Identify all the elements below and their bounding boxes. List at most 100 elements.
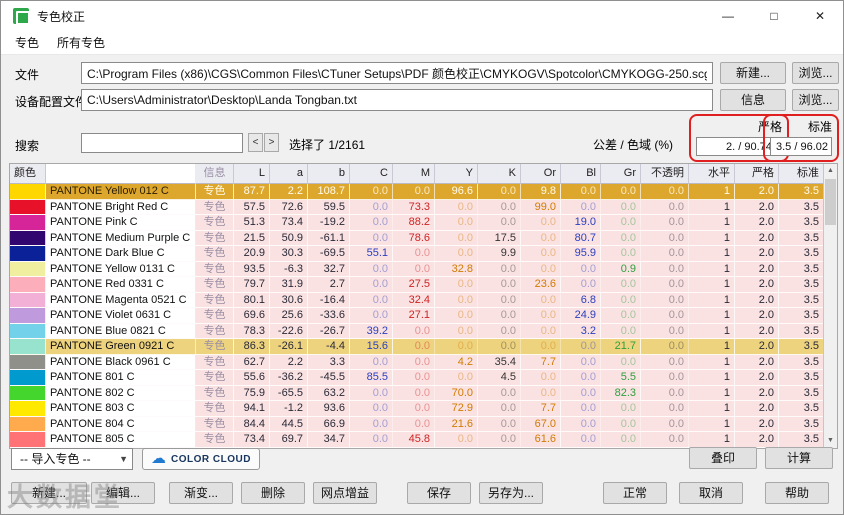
- table-row[interactable]: PANTONE Blue 0821 C 专色 78.3 -22.6 -26.7 39.2 0…: [10, 323, 823, 339]
- overprint-button[interactable]: 叠印: [689, 447, 757, 469]
- cell-K: 0.0: [478, 308, 521, 323]
- table-row[interactable]: PANTONE Bright Red C 专色 57.5 72.6 59.5 0.0 73.…: [10, 199, 823, 215]
- column-header-b[interactable]: b: [308, 164, 350, 184]
- cell-Or: 0.0: [521, 308, 561, 323]
- table-row[interactable]: PANTONE Pink C 专色 51.3 73.4 -19.2 0.0 88.2 0.0 0…: [10, 215, 823, 231]
- column-header-不透明[interactable]: 不透明: [641, 164, 689, 184]
- cell-K: 0.0: [478, 184, 521, 199]
- info-cell: 专色: [196, 215, 234, 230]
- column-header-标准[interactable]: 标准: [779, 164, 823, 184]
- table-row[interactable]: PANTONE 801 C 专色 55.6 -36.2 -45.5 85.5 0.0 0.0 4…: [10, 370, 823, 386]
- info-button[interactable]: 信息: [720, 89, 786, 111]
- column-header-L[interactable]: L: [234, 164, 270, 184]
- table-row[interactable]: PANTONE Violet 0631 C 专色 69.6 25.6 -33.6 0.0 2…: [10, 308, 823, 324]
- import-spot-dropdown[interactable]: -- 导入专色 -- ▼: [11, 448, 133, 470]
- info-cell: 专色: [196, 246, 234, 261]
- menu-all-spot-colors[interactable]: 所有专色: [57, 34, 105, 51]
- cell-不透明: 0.0: [641, 339, 689, 354]
- minimize-button[interactable]: —: [705, 1, 751, 31]
- browse-file-button[interactable]: 浏览...: [792, 62, 839, 84]
- cell-K: 0.0: [478, 292, 521, 307]
- cell-Or: 0.0: [521, 323, 561, 338]
- cell-b: -26.7: [308, 323, 350, 338]
- help-button[interactable]: 帮助: [765, 482, 829, 504]
- column-header-颜色[interactable]: 颜色: [10, 164, 46, 184]
- save-button[interactable]: 保存: [407, 482, 471, 504]
- color-cloud-button[interactable]: ☁ COLOR CLOUD: [142, 448, 260, 470]
- column-header-严格[interactable]: 严格: [735, 164, 779, 184]
- scroll-up-icon[interactable]: ▲: [824, 164, 837, 178]
- cell-Gr: 0.9: [601, 261, 641, 276]
- cell-标准: 3.5: [803, 231, 819, 244]
- info-cell: 专色: [196, 323, 234, 338]
- dot-gain-button[interactable]: 网点增益: [313, 482, 377, 504]
- delete-button[interactable]: 删除: [241, 482, 305, 504]
- standard-tolerance-input[interactable]: [770, 137, 832, 156]
- column-header-K[interactable]: K: [478, 164, 521, 184]
- column-header-C[interactable]: C: [350, 164, 393, 184]
- new-color-button[interactable]: 新建...: [11, 482, 87, 504]
- column-header-水平[interactable]: 水平: [689, 164, 735, 184]
- edit-button[interactable]: 编辑...: [91, 482, 155, 504]
- save-as-button[interactable]: 另存为...: [479, 482, 543, 504]
- cell-C: 0.0: [350, 385, 393, 400]
- table-row[interactable]: PANTONE Green 0921 C 专色 86.3 -26.1 -4.4 15.6 0…: [10, 339, 823, 355]
- cell-C: 0.0: [350, 401, 393, 416]
- cell-严格: 2.0: [735, 308, 779, 323]
- file-path-input[interactable]: [81, 62, 713, 84]
- menu-spot-color[interactable]: 专色: [15, 34, 39, 51]
- cell-水平: 1: [689, 261, 735, 276]
- scroll-down-icon[interactable]: ▼: [824, 434, 837, 448]
- color-swatch: [10, 339, 46, 354]
- column-header-Y[interactable]: Y: [435, 164, 478, 184]
- column-header-Gr[interactable]: Gr: [601, 164, 641, 184]
- column-header-name[interactable]: [46, 164, 196, 184]
- device-path-input[interactable]: [81, 89, 713, 111]
- scrollbar-thumb[interactable]: [825, 179, 836, 225]
- normal-button[interactable]: 正常: [603, 482, 667, 504]
- cell-a: -36.2: [270, 370, 308, 385]
- column-header-a[interactable]: a: [270, 164, 308, 184]
- column-header-M[interactable]: M: [393, 164, 435, 184]
- column-header-Or[interactable]: Or: [521, 164, 561, 184]
- column-header-Bl[interactable]: Bl: [561, 164, 601, 184]
- calculate-button[interactable]: 计算: [765, 447, 833, 469]
- browse-device-button[interactable]: 浏览...: [792, 89, 839, 111]
- info-cell: 专色: [196, 261, 234, 276]
- cell-a: 30.6: [270, 292, 308, 307]
- maximize-button[interactable]: □: [751, 1, 797, 31]
- cell-不透明: 0.0: [641, 199, 689, 214]
- cell-Gr: 0.0: [601, 230, 641, 245]
- table-row[interactable]: PANTONE 804 C 专色 84.4 44.5 66.9 0.0 0.0 21.6 0.0…: [10, 416, 823, 432]
- gradient-button[interactable]: 渐变...: [169, 482, 233, 504]
- table-row[interactable]: PANTONE Yellow 012 C 专色 87.7 2.2 108.7 0.0 0.0…: [10, 184, 823, 200]
- table-row[interactable]: PANTONE Yellow 0131 C 专色 93.5 -6.3 32.7 0.0 0.…: [10, 261, 823, 277]
- search-prev-button[interactable]: <: [248, 133, 263, 152]
- cell-Gr: 0.0: [601, 416, 641, 431]
- close-button[interactable]: ✕: [797, 1, 843, 31]
- color-name: PANTONE Black 0961 C: [46, 354, 196, 369]
- new-file-button[interactable]: 新建...: [720, 62, 786, 84]
- table-row[interactable]: PANTONE Red 0331 C 专色 79.7 31.9 2.7 0.0 27.5 0.…: [10, 277, 823, 293]
- cell-标准: 3.5: [803, 185, 819, 197]
- table-row[interactable]: PANTONE Medium Purple C 专色 21.5 50.9 -61.1 0.…: [10, 230, 823, 246]
- table-row[interactable]: PANTONE 802 C 专色 75.9 -65.5 63.2 0.0 0.0 70.0 0.…: [10, 385, 823, 401]
- search-input[interactable]: [81, 133, 243, 153]
- column-header-信息[interactable]: 信息: [196, 164, 234, 184]
- cancel-button[interactable]: 取消: [679, 482, 743, 504]
- search-next-button[interactable]: >: [264, 133, 279, 152]
- table-row[interactable]: PANTONE Black 0961 C 专色 62.7 2.2 3.3 0.0 0.0 4.…: [10, 354, 823, 370]
- table-scrollbar[interactable]: ▲ ▼: [823, 164, 837, 448]
- table-row[interactable]: PANTONE 805 C 专色 73.4 69.7 34.7 0.0 45.8 0.0 0.0…: [10, 432, 823, 448]
- table-row[interactable]: PANTONE 803 C 专色 94.1 -1.2 93.6 0.0 0.0 72.9 0.0…: [10, 401, 823, 417]
- cell-标准: 3.5: [803, 216, 819, 228]
- cell-水平: 1: [689, 401, 735, 416]
- cell-M: 0.0: [393, 370, 435, 385]
- color-name: PANTONE 804 C: [46, 416, 196, 431]
- cell-L: 51.3: [234, 215, 270, 230]
- cell-C: 39.2: [350, 323, 393, 338]
- table-row[interactable]: PANTONE Dark Blue C 专色 20.9 30.3 -69.5 55.1 0.…: [10, 246, 823, 262]
- cell-Bl: 80.7: [561, 230, 601, 245]
- table-row[interactable]: PANTONE Magenta 0521 C 专色 80.1 30.6 -16.4 0.0…: [10, 292, 823, 308]
- cell-Y: 0.0: [435, 215, 478, 230]
